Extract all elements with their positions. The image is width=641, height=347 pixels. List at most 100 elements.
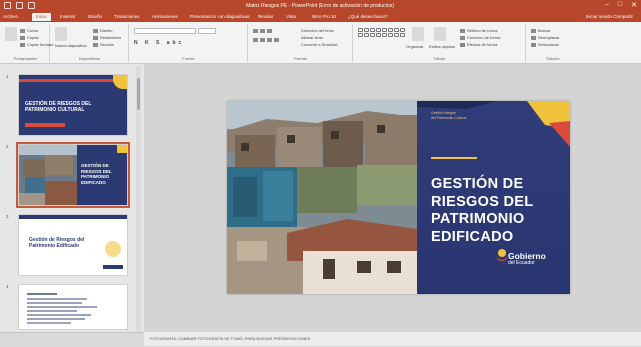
group-label: Párrafo	[293, 56, 308, 61]
slide-thumbnail-4[interactable]	[18, 284, 128, 330]
find-button[interactable]: Buscar	[531, 28, 550, 33]
align-text-button[interactable]: Alinear texto	[301, 35, 323, 40]
arrange-icon[interactable]	[412, 27, 424, 41]
top-accent-shape	[417, 101, 497, 109]
slide-subtitle: Gestión Integral del Patrimonio Cultural	[431, 111, 466, 121]
copy-icon	[20, 35, 25, 40]
ribbon-tabs: Archivo Inicio Insertar Diseño Transicio…	[0, 12, 641, 22]
close-button[interactable]: ✕	[631, 1, 637, 9]
replace-button[interactable]: Reemplazar	[531, 35, 560, 40]
align-buttons[interactable]	[253, 37, 279, 42]
redo-icon[interactable]	[28, 2, 35, 9]
tab-file[interactable]: Archivo	[3, 14, 18, 19]
layout-button[interactable]: Diseño	[93, 28, 112, 33]
select-button[interactable]: Seleccionar	[531, 42, 559, 47]
shapes-gallery[interactable]	[358, 28, 405, 37]
paragraph-buttons[interactable]	[253, 28, 272, 33]
sign-in-share[interactable]: Iniciar sesión Compartir	[586, 14, 633, 19]
tab-slideshow[interactable]: Presentación con diapositivas	[190, 14, 250, 19]
format-painter-button[interactable]: Copiar formato	[20, 42, 53, 47]
reset-icon	[93, 35, 98, 40]
smartart-button[interactable]: Convertir a SmartArt	[301, 42, 337, 47]
shape-effects-button[interactable]: Efectos de forma	[460, 42, 497, 47]
group-paragraph: Dirección del texto Alinear texto Conver…	[249, 24, 353, 62]
title-bar: Matriz Riesgos PE - PowerPoint (Error de…	[0, 0, 641, 12]
logo-line-1: Gobierno	[508, 251, 546, 261]
quick-styles-icon[interactable]	[434, 27, 446, 41]
thumb-text-line	[27, 314, 91, 316]
shape-effects-label: Efectos de forma	[467, 42, 498, 47]
group-label: Fuente	[182, 56, 195, 61]
copy-label: Copiar	[27, 35, 39, 40]
smartart-label: Convertir a SmartArt	[301, 42, 338, 47]
tab-view[interactable]: Vista	[286, 14, 296, 19]
scissors-icon	[20, 28, 25, 33]
thumb-text-line	[27, 318, 85, 320]
quick-access-toolbar	[4, 2, 35, 9]
slide-thumbnail-1[interactable]: GESTIÓN DE RIESGOS DEL PATRIMONIO CULTUR…	[18, 74, 128, 136]
undo-icon[interactable]	[16, 2, 23, 9]
thumbnail-scrollbar[interactable]	[136, 66, 141, 344]
thumb-logo	[103, 265, 123, 269]
section-button[interactable]: Sección	[93, 42, 114, 47]
new-slide-icon[interactable]	[55, 27, 67, 41]
title-accent-line	[431, 157, 477, 159]
logo-line-2: del Ecuador	[508, 260, 535, 266]
thumb-top-bar	[19, 215, 127, 219]
slide-heading[interactable]: GESTIÓN DE RIESGOS DEL PATRIMONIO EDIFIC…	[431, 176, 570, 246]
group-drawing: Organizar Estilos rápidos Relleno de for…	[354, 24, 526, 62]
thumb-accent-line	[25, 123, 65, 127]
replace-label: Reemplazar	[538, 35, 560, 40]
tell-me-box[interactable]: ¿Qué desea hacer?	[348, 14, 388, 19]
cursor-icon	[531, 42, 536, 47]
font-size-field[interactable]	[198, 28, 216, 34]
maximize-button[interactable]: □	[618, 1, 622, 9]
paint-bucket-icon	[460, 28, 465, 33]
quick-styles-label: Estilos rápidos	[429, 44, 456, 49]
format-painter-label: Copiar formato	[27, 42, 54, 47]
tab-nitro[interactable]: Nitro Pro 10	[312, 14, 336, 19]
new-slide-label: Nueva diapositiva	[55, 43, 87, 48]
font-name-field[interactable]	[134, 28, 196, 34]
section-icon	[93, 42, 98, 47]
speaker-notes[interactable]: FOTOGRAFÍA: CAMBIAR FOTOGRAFÍA SE TOMÓ: …	[144, 332, 641, 346]
current-slide[interactable]: Gestión Integral del Patrimonio Cultural…	[227, 101, 570, 294]
heading-line-1: GESTIÓN DE	[431, 176, 524, 192]
thumb-accent-shape	[105, 241, 121, 257]
gobierno-logo: Gobierno del Ecuador	[508, 251, 546, 267]
tab-transitions[interactable]: Transiciones	[114, 14, 139, 19]
ribbon: Cortar Copiar Copiar formato Portapapele…	[0, 22, 641, 64]
paste-icon[interactable]	[5, 27, 17, 41]
shape-outline-button[interactable]: Contorno de forma	[460, 35, 500, 40]
reset-button[interactable]: Restablecer	[93, 35, 121, 40]
thumb-title: Gestión de Riesgos del Patrimonio Edific…	[29, 237, 85, 249]
thumb-text-line	[27, 310, 77, 312]
group-label: Edición	[546, 56, 560, 61]
tab-animations[interactable]: Animaciones	[152, 14, 178, 19]
tab-home[interactable]: Inicio	[32, 13, 51, 21]
logo-sun-mark	[498, 249, 506, 257]
font-format-buttons[interactable]: N K S abc	[134, 40, 184, 46]
thumb-accent-bar	[19, 79, 127, 82]
tab-review[interactable]: Revisar	[258, 14, 273, 19]
bullets-icon	[253, 28, 258, 33]
shape-fill-button[interactable]: Relleno de forma	[460, 28, 497, 33]
cut-button[interactable]: Cortar	[20, 28, 38, 33]
thumb-text-line	[27, 306, 97, 308]
tab-design[interactable]: Diseño	[88, 14, 102, 19]
group-font: N K S abc Fuente	[130, 24, 248, 62]
slide-thumbnail-2[interactable]: GESTIÓN DE RIESGOS DEL PATRIMONIO EDIFIC…	[16, 142, 130, 208]
scrollbar-thumb[interactable]	[137, 78, 140, 110]
thumb-title: GESTIÓN DE RIESGOS DEL PATRIMONIO CULTUR…	[25, 101, 92, 113]
slide-number-1: 1	[6, 74, 9, 79]
slide-thumbnail-3[interactable]: Gestión de Riesgos del Patrimonio Edific…	[18, 214, 128, 276]
minimize-button[interactable]: –	[605, 1, 609, 9]
copy-button[interactable]: Copiar	[20, 35, 39, 40]
justify-icon	[274, 37, 279, 42]
tab-insert[interactable]: Insertar	[60, 14, 75, 19]
section-label: Sección	[100, 42, 115, 47]
replace-icon	[531, 35, 536, 40]
select-label: Seleccionar	[538, 42, 559, 47]
text-direction-button[interactable]: Dirección del texto	[301, 28, 334, 33]
save-icon[interactable]	[4, 2, 11, 9]
